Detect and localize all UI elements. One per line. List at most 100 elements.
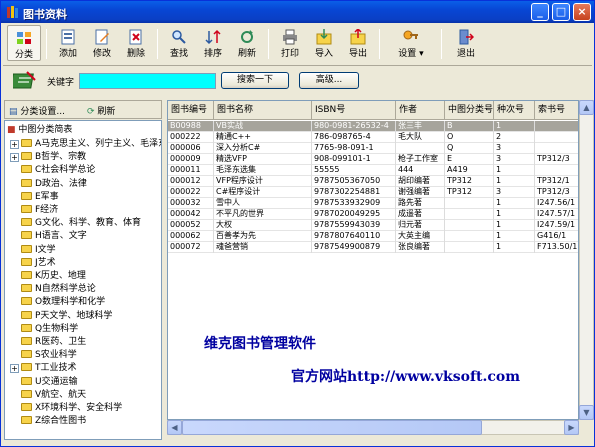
tree-node[interactable]: D政治、法律 — [21, 178, 87, 191]
tree-node-label: N自然科学总论 — [35, 284, 96, 295]
vertical-scrollbar[interactable]: ▲ ▼ — [579, 100, 594, 420]
scroll-left-icon[interactable]: ◀ — [167, 420, 182, 435]
tree-expand-icon[interactable]: + — [10, 140, 19, 149]
table-cell: O — [445, 132, 494, 143]
horizontal-scrollbar[interactable]: ◀ ▶ — [167, 420, 579, 435]
scroll-up-icon[interactable]: ▲ — [579, 100, 594, 115]
tree-expand-icon[interactable]: + — [10, 364, 19, 374]
tree-node-label: S农业科学 — [35, 350, 77, 361]
tree-node[interactable]: F经济 — [21, 204, 58, 217]
print-icon — [283, 29, 297, 45]
toolbar-delete-button[interactable]: 删除 — [119, 25, 153, 61]
table-cell: 000022 — [168, 187, 214, 198]
category-refresh-button[interactable]: ⟳ 刷新 — [87, 104, 115, 117]
table-cell: 000052 — [168, 220, 214, 231]
tree-node[interactable]: H语言、文字 — [21, 230, 87, 243]
toolbar-refresh-label: 刷新 — [237, 49, 256, 59]
settings-icon — [403, 30, 418, 40]
table-row[interactable]: 000009 精选VFP 908-099101-1 枪子工作室 E 3 TP312/3 — [168, 154, 578, 165]
table-cell: 不平凡的世界 — [214, 209, 312, 220]
horizontal-scroll-thumb[interactable] — [182, 420, 482, 435]
tree-node[interactable]: S农业科学 — [21, 349, 77, 362]
folder-icon — [21, 257, 32, 266]
column-header[interactable]: 图书编号 — [168, 101, 214, 120]
tree-node[interactable]: T工业技术 — [21, 362, 77, 375]
search-button[interactable]: 搜索一下 — [221, 72, 289, 89]
toolbar-find-button[interactable]: 查找 — [162, 25, 196, 61]
scroll-right-icon[interactable]: ▶ — [564, 420, 579, 435]
toolbar-print-button[interactable]: 打印 — [273, 25, 307, 61]
tree-expand-icon[interactable]: + — [10, 153, 19, 163]
category-settings-button[interactable]: ▤ 分类设置... — [9, 104, 65, 117]
category-tree[interactable]: ■ 中图分类简表 + A马克思主义、列宁主义、毛泽东 + B哲学、宗教 C社会科学总论 D… — [4, 120, 162, 440]
folder-icon — [21, 191, 32, 200]
tree-node[interactable]: O数理科学和化学 — [21, 296, 105, 309]
tree-node-label: E军事 — [35, 191, 59, 202]
toolbar-export-button[interactable]: 导出 — [341, 25, 375, 61]
maximize-button[interactable]: □ — [552, 3, 570, 21]
toolbar-edit-button[interactable]: 修改 — [85, 25, 119, 61]
column-header[interactable]: 索书号 — [535, 101, 578, 120]
tree-node[interactable]: I文学 — [21, 244, 56, 257]
keyword-input[interactable] — [79, 73, 216, 89]
table-cell: 000011 — [168, 165, 214, 176]
toolbar-separator — [379, 29, 380, 59]
toolbar-exit-button[interactable]: 退出 — [449, 25, 483, 61]
toolbar-sort-button[interactable]: 排序 — [196, 25, 230, 61]
column-header[interactable]: 作者 — [396, 101, 445, 120]
tree-node[interactable]: Q生物科学 — [21, 323, 78, 336]
toolbar-refresh-button[interactable]: 刷新 — [230, 25, 264, 61]
tree-node[interactable]: R医药、卫生 — [21, 336, 86, 349]
refresh-icon — [241, 30, 253, 43]
toolbar-add-button[interactable]: 添加 — [51, 25, 85, 61]
scroll-down-icon[interactable]: ▼ — [579, 405, 594, 420]
tree-root-label: 中图分类简表 — [18, 125, 73, 135]
table-row[interactable]: 000052 大权 9787559943039 归元著 1 I247.59/1 — [168, 220, 578, 231]
table-row[interactable]: 000222 精通C++ 786-098765-4 毛大队 O 2 — [168, 132, 578, 143]
folder-icon — [21, 244, 32, 253]
tree-node[interactable]: B哲学、宗教 — [21, 151, 86, 164]
title-bar[interactable]: 图书资料 _ □ × — [1, 1, 594, 23]
table-cell: 786-098765-4 — [312, 132, 396, 143]
table-row[interactable]: 000006 深入分析C# 7765-98-091-1 Q 3 — [168, 143, 578, 154]
tree-node[interactable]: G文化、科学、教育、体育 — [21, 217, 141, 230]
tree-root[interactable]: ■ 中图分类简表 — [7, 124, 72, 137]
book-search-icon — [13, 71, 36, 89]
folder-icon — [21, 165, 32, 174]
tree-node[interactable]: P天文学、地球科学 — [21, 310, 112, 323]
export-icon — [350, 29, 366, 45]
column-header[interactable]: 中图分类号 — [445, 101, 494, 120]
table-row[interactable]: 000032 雪中人 9787533932909 路先著 1 I247.56/1 — [168, 198, 578, 209]
table-cell: 000006 — [168, 143, 214, 154]
tree-node[interactable]: A马克思主义、列宁主义、毛泽东 — [21, 138, 161, 151]
column-header[interactable]: ISBN号 — [312, 101, 396, 120]
tree-node[interactable]: U交通运输 — [21, 376, 78, 389]
toolbar-find-label: 查找 — [169, 49, 188, 59]
table-row[interactable]: 000072 魂爸营销 9787549900879 张良编著 1 F713.50/1 — [168, 242, 578, 253]
sort-icon — [205, 29, 221, 45]
column-header[interactable]: 图书名称 — [214, 101, 312, 120]
table-row[interactable]: 000022 C#程序设计 9787302254881 谢强编著 TP312 3 TP312… — [168, 187, 578, 198]
table-row[interactable]: 000012 VFP程序设计 9787505367050 胡印编著 TP312 1 TP31… — [168, 176, 578, 187]
table-row[interactable]: B00988 VB实战 980-0981-26532-4 张三丰 B 1 — [168, 121, 578, 132]
close-button[interactable]: × — [573, 3, 591, 21]
tree-node[interactable]: Z综合性图书 — [21, 415, 86, 428]
app-window: 图书资料 _ □ × 分类 添加 修改 删除 查找 排序 刷新 打印 导入 导出… — [0, 0, 595, 447]
minimize-button[interactable]: _ — [531, 3, 549, 21]
table-row[interactable]: 000042 不平凡的世界 9787020049295 成遥著 1 I247.57/1 — [168, 209, 578, 220]
toolbar-settings-button[interactable]: 设置 ▾ — [387, 25, 435, 61]
tree-node[interactable]: N自然科学总论 — [21, 283, 96, 296]
table-row[interactable]: 000011 毛泽东选集 55555 444 A419 1 — [168, 165, 578, 176]
tree-node[interactable]: C社会科学总论 — [21, 164, 95, 177]
table-cell — [445, 231, 494, 242]
table-row[interactable]: 000062 百善孝为先 9787807640110 大英主编 1 G416/1 — [168, 231, 578, 242]
toolbar-category-button[interactable]: 分类 — [7, 25, 41, 61]
tree-node[interactable]: E军事 — [21, 191, 59, 204]
advanced-search-button[interactable]: 高级... — [299, 72, 359, 89]
toolbar-import-button[interactable]: 导入 — [307, 25, 341, 61]
tree-node[interactable]: J艺术 — [21, 257, 56, 270]
tree-node[interactable]: V航空、航天 — [21, 389, 86, 402]
tree-node[interactable]: X环境科学、安全科学 — [21, 402, 122, 415]
column-header[interactable]: 种次号 — [494, 101, 535, 120]
tree-node[interactable]: K历史、地理 — [21, 270, 86, 283]
